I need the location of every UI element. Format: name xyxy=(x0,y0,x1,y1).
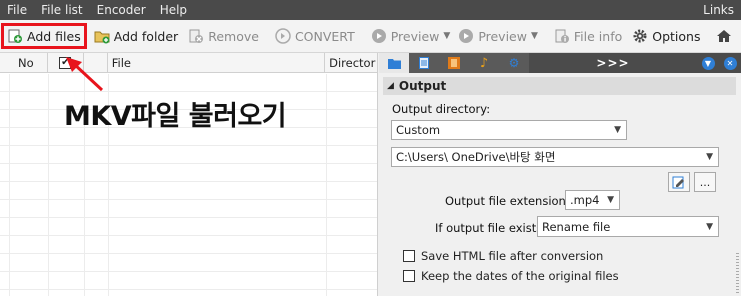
output-directory-mode-value: Custom xyxy=(396,123,441,137)
preview-button-2[interactable]: Preview ▼ xyxy=(455,23,541,49)
output-section-title: Output xyxy=(398,79,447,93)
preview-label-2: Preview xyxy=(478,28,527,44)
options-label: Options xyxy=(652,28,701,44)
convert-button[interactable]: CONVERT xyxy=(272,23,358,49)
chevron-down-icon: ▼ xyxy=(614,125,621,135)
gear-icon: ⚙ xyxy=(508,56,520,70)
film-icon xyxy=(448,57,460,69)
menu-links[interactable]: Links xyxy=(696,0,741,20)
file-list[interactable]: No ✔ File Director xyxy=(0,53,378,296)
file-info-button[interactable]: File info xyxy=(551,23,625,49)
tabs-more-button[interactable]: >>> xyxy=(529,53,697,73)
add-folder-icon xyxy=(94,28,110,44)
annotation-text: MKV파일 불러오기 xyxy=(64,101,287,132)
tab-settings[interactable]: ⚙ xyxy=(499,53,529,73)
save-html-checkbox-row[interactable]: Save HTML file after conversion xyxy=(403,249,603,263)
tab-output[interactable] xyxy=(379,53,409,73)
file-info-label: File info xyxy=(573,28,623,44)
play-icon xyxy=(371,28,387,44)
output-path-combobox[interactable]: C:\Users\ OneDrive\바탕 화면 ▼ xyxy=(391,147,719,167)
save-html-label: Save HTML file after conversion xyxy=(421,249,604,263)
add-files-button[interactable]: Add files xyxy=(1,23,87,49)
file-info-icon xyxy=(554,28,570,44)
folder-icon xyxy=(387,58,401,69)
exists-label: If output file exists: xyxy=(435,221,547,235)
toolbar: Add files Add folder Remove CONVERT Prev… xyxy=(0,20,741,53)
home-icon xyxy=(716,28,732,44)
chevron-down-icon[interactable]: ▼ xyxy=(443,31,450,41)
output-path-value: C:\Users\ OneDrive\바탕 화면 xyxy=(396,150,556,164)
convert-icon xyxy=(275,28,291,44)
menu-file-list[interactable]: File list xyxy=(34,0,90,20)
preview-button-1[interactable]: Preview ▼ xyxy=(368,23,454,49)
music-note-icon: ♪ xyxy=(479,55,489,71)
ext-label: Output file extension: xyxy=(445,194,570,208)
chevron-down-icon: ▼ xyxy=(706,221,713,232)
panel-resize-grip[interactable] xyxy=(736,253,739,293)
preview-label-1: Preview xyxy=(390,28,440,44)
collapse-button[interactable]: ▼ xyxy=(697,53,719,73)
gear-icon xyxy=(632,28,648,44)
convert-label: CONVERT xyxy=(294,28,355,44)
add-folder-button[interactable]: Add folder xyxy=(91,23,181,49)
output-section-header[interactable]: ◢ Output xyxy=(383,77,736,95)
settings-panel: ♪ ⚙ >>> ▼ ✕ ◢ Output Output directory: C… xyxy=(379,53,741,296)
close-icon: ✕ xyxy=(723,56,737,70)
remove-button[interactable]: Remove xyxy=(185,23,262,49)
play-icon xyxy=(458,28,474,44)
chevron-down-icon: ▼ xyxy=(706,152,713,162)
tab-audio[interactable]: ♪ xyxy=(469,53,499,73)
menu-help[interactable]: Help xyxy=(153,0,194,20)
annotation-arrow-icon xyxy=(66,57,104,92)
chevron-down-icon: ▼ xyxy=(607,195,614,205)
add-files-label: Add files xyxy=(27,28,81,44)
column-file[interactable]: File xyxy=(108,53,326,72)
menu-file[interactable]: File xyxy=(0,0,34,20)
home-button[interactable] xyxy=(713,23,739,49)
grid-line xyxy=(48,74,49,296)
panel-tabs: ♪ ⚙ >>> ▼ ✕ xyxy=(379,53,741,73)
add-files-icon xyxy=(7,28,23,44)
menu-bar: File File list Encoder Help Links xyxy=(0,0,741,20)
output-exists-select[interactable]: Rename file ▼ xyxy=(537,216,719,237)
remove-icon xyxy=(188,28,204,44)
tab-document[interactable] xyxy=(409,53,439,73)
chevron-down-icon[interactable]: ▼ xyxy=(531,31,538,41)
remove-label: Remove xyxy=(208,28,259,44)
save-html-checkbox[interactable] xyxy=(403,250,415,262)
document-icon xyxy=(419,57,429,69)
edit-icon xyxy=(672,176,684,189)
column-no[interactable]: No xyxy=(0,53,48,72)
keep-dates-checkbox[interactable] xyxy=(403,270,415,282)
add-folder-label: Add folder xyxy=(113,28,179,44)
output-directory-label: Output directory: xyxy=(392,102,491,116)
keep-dates-checkbox-row[interactable]: Keep the dates of the original files xyxy=(403,269,619,283)
keep-dates-label: Keep the dates of the original files xyxy=(421,269,619,283)
file-list-header: No ✔ File Director xyxy=(0,53,377,73)
grid-line xyxy=(326,74,327,296)
menu-encoder[interactable]: Encoder xyxy=(90,0,153,20)
output-directory-mode-select[interactable]: Custom ▼ xyxy=(391,120,627,140)
output-extension-select[interactable]: .mp4 ▼ xyxy=(565,190,620,210)
chevron-down-icon: ▼ xyxy=(701,56,715,70)
options-button[interactable]: Options xyxy=(629,23,703,49)
browse-button[interactable]: ... xyxy=(694,172,716,192)
edit-path-button[interactable] xyxy=(668,172,690,192)
output-exists-value: Rename file xyxy=(542,219,611,234)
grid-line xyxy=(9,74,10,296)
output-extension-value: .mp4 xyxy=(570,193,600,207)
tab-video[interactable] xyxy=(439,53,469,73)
column-directory[interactable]: Director xyxy=(325,53,377,72)
collapse-triangle-icon: ◢ xyxy=(387,81,394,91)
close-panel-button[interactable]: ✕ xyxy=(719,53,741,73)
